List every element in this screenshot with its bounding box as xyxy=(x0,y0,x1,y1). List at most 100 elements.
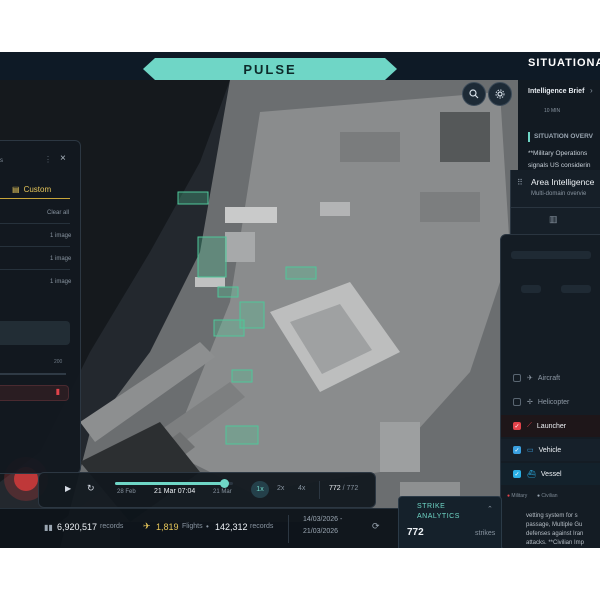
clear-all-link[interactable]: Clear all xyxy=(47,210,69,216)
count-readout: 772 / 772 xyxy=(329,485,359,492)
flights-icon: ✈ xyxy=(143,521,151,531)
layer-label: Helicopter xyxy=(537,398,570,406)
map-icon[interactable]: ▥ xyxy=(549,214,558,225)
helicopter-icon: ✢ xyxy=(527,399,533,406)
strike-analytics-card[interactable]: STRIKE ANALYTICS ⌃ 772 strikes xyxy=(398,496,502,548)
records-value: 6,920,517 xyxy=(57,522,98,532)
tab-label: Custom xyxy=(23,185,52,194)
divider xyxy=(0,269,70,270)
military-dot-icon: ● xyxy=(507,493,511,499)
brief-text-line: attacks. **Civilian Imp xyxy=(526,540,585,546)
play-button[interactable]: ▶ xyxy=(65,484,71,493)
panel-title-fragment: s xyxy=(0,158,3,164)
section-title: SITUATION OVERV xyxy=(534,133,593,140)
civilian-dot-icon: ● xyxy=(537,493,541,499)
flights-value: 1,819 xyxy=(156,522,179,532)
close-icon[interactable]: × xyxy=(60,153,66,164)
layer-row-aircraft[interactable]: ✈ Aircraft xyxy=(501,367,600,389)
gear-icon xyxy=(495,89,505,99)
records2-value: 142,312 xyxy=(215,522,248,532)
area-subtitle: Multi-domain overvie xyxy=(531,191,587,197)
date-from: 14/03/2026 - xyxy=(303,516,343,523)
layer-row-helicopter[interactable]: ✢ Helicopter xyxy=(501,391,600,413)
speed-4x-button[interactable]: 4x xyxy=(298,485,305,492)
divider xyxy=(0,246,70,247)
layer-row-vessel[interactable]: ✓ ⛴ Vessel xyxy=(501,463,600,485)
search-icon xyxy=(469,89,479,99)
count-current: 772 xyxy=(329,485,341,492)
replay-button[interactable]: ↻ xyxy=(87,483,95,494)
drag-handle-icon[interactable]: ⠿ xyxy=(517,178,523,187)
area-title: Area Intelligence xyxy=(531,177,595,187)
layer-row-launcher[interactable]: ✓ ⟋ Launcher xyxy=(501,415,600,437)
divider xyxy=(511,207,600,208)
layer-filter-panel: ✈ Aircraft ✢ Helicopter ✓ ⟋ Launcher ✓ ▭… xyxy=(500,234,600,548)
brief-text-line: vetting system for s xyxy=(526,513,578,519)
placeholder-bar xyxy=(561,285,591,293)
strike-unit: strikes xyxy=(475,530,496,537)
right-panel-title: SITUATIONA xyxy=(528,57,600,69)
layer-label: Launcher xyxy=(536,422,567,430)
strike-title-line1: STRIKE xyxy=(417,503,446,510)
brief-bottom-text: vetting system for s passage, Multiple G… xyxy=(526,512,584,548)
legend-label: Civilian xyxy=(541,493,558,499)
brief-text-line: defenses against Iran xyxy=(526,531,584,537)
vehicle-checkbox[interactable]: ✓ xyxy=(513,446,521,454)
layer-label: Vessel xyxy=(540,470,562,478)
divider-icon: ⋮ xyxy=(44,155,52,164)
brief-title: Intelligence Brief xyxy=(528,88,585,95)
placeholder-bar xyxy=(521,285,541,293)
vessel-checkbox[interactable]: ✓ xyxy=(513,470,521,478)
layer-row-vehicle[interactable]: ✓ ▭ Vehicle xyxy=(501,439,600,461)
legend-military: ● Military xyxy=(507,493,527,499)
brief-text-line: **Military Operations xyxy=(528,150,588,157)
aircraft-checkbox[interactable] xyxy=(513,374,521,382)
records-icon: ▮▮ xyxy=(44,523,53,532)
map-settings-button[interactable] xyxy=(488,82,512,106)
separator: • xyxy=(206,522,209,531)
app-title-badge: PULSE xyxy=(143,58,397,80)
timeline-start: 28 Feb xyxy=(117,489,136,495)
timeline-knob[interactable] xyxy=(219,479,229,488)
layer-label: Aircraft xyxy=(537,374,561,382)
flights-label: Flights xyxy=(182,523,203,530)
imagery-panel: s ⋮ × ▤ Custom Clear all 1 image 1 image… xyxy=(0,140,81,474)
strike-value: 772 xyxy=(407,527,424,538)
timeline-end: 21 Mar xyxy=(213,489,232,495)
image-count: 1 image xyxy=(50,233,72,239)
range-value: 200 xyxy=(54,359,63,365)
divider xyxy=(288,515,289,543)
speed-1x-button[interactable]: 1x xyxy=(251,481,269,498)
tab-custom[interactable]: ▤ Custom xyxy=(0,181,70,199)
brief-time: 10 MIN xyxy=(544,108,561,114)
filter-box[interactable] xyxy=(0,321,70,345)
records-label: records xyxy=(100,523,124,530)
legend-civilian: ● Civilian xyxy=(537,493,558,499)
image-count: 1 image xyxy=(50,256,72,262)
timeline-bar: ▶ ↻ 28 Feb 21 Mar 07:04 21 Mar 1x 2x 4x … xyxy=(38,472,376,508)
layer-label: Vehicle xyxy=(538,446,562,454)
map-search-button[interactable] xyxy=(462,82,486,106)
refresh-icon[interactable]: ⟳ xyxy=(372,521,380,532)
divider xyxy=(0,223,70,224)
vehicle-icon: ▭ xyxy=(527,447,534,454)
helicopter-checkbox[interactable] xyxy=(513,398,521,406)
timeline-track[interactable] xyxy=(115,479,233,488)
range-slider[interactable] xyxy=(0,373,66,375)
launcher-checkbox[interactable]: ✓ xyxy=(513,422,521,430)
placeholder-bar xyxy=(511,251,591,259)
count-total: 772 xyxy=(346,485,359,492)
calendar-icon: ▤ xyxy=(12,185,20,194)
remove-button[interactable]: ▮ xyxy=(0,385,69,401)
image-count: 1 image xyxy=(50,279,72,285)
remove-icon: ▮ xyxy=(55,387,60,396)
brief-text-line: signals US considerin xyxy=(528,162,591,169)
status-bar: ▮▮ 6,920,517 records ✈ 1,819 Flights • 1… xyxy=(0,508,400,548)
section-marker xyxy=(528,132,530,142)
speed-2x-button[interactable]: 2x xyxy=(277,485,284,492)
launcher-icon: ⟋ xyxy=(527,422,532,429)
aircraft-icon: ✈ xyxy=(527,375,533,382)
brief-expand-icon[interactable]: › xyxy=(590,86,593,95)
chevron-up-icon[interactable]: ⌃ xyxy=(487,505,493,513)
date-to: 21/03/2026 xyxy=(303,528,339,535)
